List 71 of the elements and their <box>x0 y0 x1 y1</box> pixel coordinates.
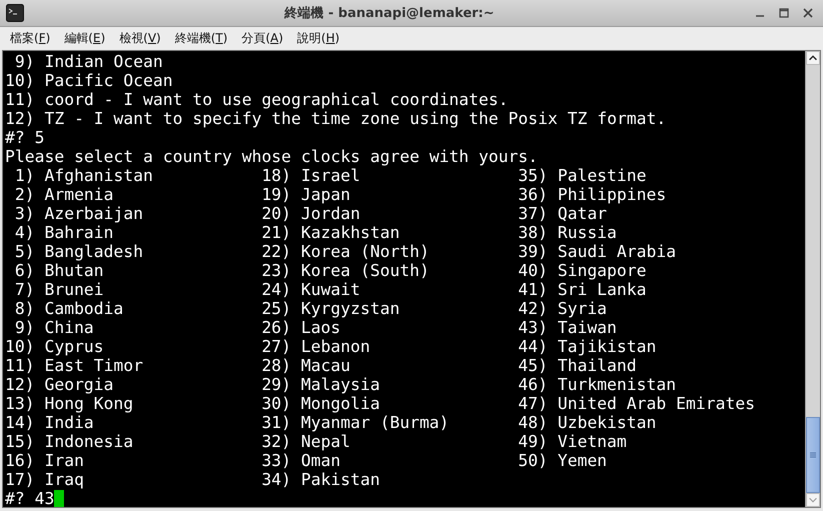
country-option: 19) Japan <box>262 185 350 204</box>
country-option: 14) India <box>5 413 94 432</box>
country-option: 50) Yemen <box>518 451 607 470</box>
menu-item[interactable]: 分頁(A) <box>242 30 284 47</box>
country-option: 5) Bangladesh <box>5 242 144 261</box>
scroll-down-icon[interactable] <box>806 493 820 507</box>
menu-item[interactable]: 終端機(T) <box>174 30 228 47</box>
country-option: 11) East Timor <box>5 356 144 375</box>
country-option: 47) United Arab Emirates <box>518 394 755 413</box>
country-option: 41) Sri Lanka <box>518 280 646 299</box>
close-icon[interactable] <box>803 8 813 18</box>
terminal-line: #? 5 <box>5 128 44 147</box>
country-option: 15) Indonesia <box>5 432 134 451</box>
country-option: 48) Uzbekistan <box>518 413 656 432</box>
menu-item[interactable]: 編輯(E) <box>64 30 106 47</box>
terminal-line: 10) Pacific Ocean <box>5 71 173 90</box>
country-option: 31) Myanmar (Burma) <box>262 413 450 432</box>
country-option: 16) Iran <box>5 451 84 470</box>
country-option: 17) Iraq <box>5 470 84 489</box>
country-option: 21) Kazakhstan <box>262 223 400 242</box>
country-option: 27) Lebanon <box>262 337 370 356</box>
country-option: 25) Kyrgyzstan <box>262 299 400 318</box>
country-option: 49) Vietnam <box>518 432 627 451</box>
country-option: 20) Jordan <box>262 204 360 223</box>
country-option: 24) Kuwait <box>262 280 360 299</box>
country-option: 29) Malaysia <box>262 375 380 394</box>
country-option: 1) Afghanistan <box>5 166 154 185</box>
country-option: 46) Turkmenistan <box>518 375 676 394</box>
menu-item[interactable]: 檢視(V) <box>119 30 161 47</box>
terminal-prompt: #? 43 <box>5 489 54 507</box>
country-option: 23) Korea (South) <box>262 261 430 280</box>
window-title: 終端機 - bananapi@lemaker:~ <box>283 5 496 22</box>
country-option: 38) Russia <box>518 223 617 242</box>
country-option: 45) Thailand <box>518 356 637 375</box>
terminal-icon <box>6 4 24 22</box>
country-option: 2) Armenia <box>5 185 114 204</box>
country-option: 18) Israel <box>262 166 360 185</box>
country-option: 32) Nepal <box>262 432 350 451</box>
country-option: 26) Laos <box>262 318 340 337</box>
country-option: 8) Cambodia <box>5 299 124 318</box>
country-option: 12) Georgia <box>5 375 114 394</box>
maximize-icon[interactable] <box>779 8 789 18</box>
country-option: 10) Cyprus <box>5 337 104 356</box>
country-option: 33) Oman <box>262 451 340 470</box>
country-option: 42) Syria <box>518 299 607 318</box>
country-option: 7) Brunei <box>5 280 104 299</box>
country-option: 35) Palestine <box>518 166 646 185</box>
country-option: 39) Saudi Arabia <box>518 242 676 261</box>
country-option: 6) Bhutan <box>5 261 104 280</box>
scroll-up-icon[interactable] <box>806 51 820 65</box>
terminal-line: 9) Indian Ocean <box>14 52 163 71</box>
menu-item[interactable]: 檔案(F) <box>10 30 50 47</box>
country-option: 4) Bahrain <box>5 223 114 242</box>
country-option: 30) Mongolia <box>262 394 380 413</box>
terminal-line: 12) TZ - I want to specify the time zone using the Posix TZ format. <box>5 109 666 128</box>
country-option: 40) Singapore <box>518 261 646 280</box>
country-option: 34) Pakistan <box>262 470 380 489</box>
terminal-line: Please select a country whose clocks agree with yours. <box>5 147 538 166</box>
country-option: 28) Macau <box>262 356 350 375</box>
scrollbar-thumb[interactable] <box>806 417 820 493</box>
country-option: 44) Tajikistan <box>518 337 656 356</box>
menu-item[interactable]: 說明(H) <box>297 30 340 47</box>
terminal-line: 11) coord - I want to use geographical coordinates. <box>5 90 508 109</box>
country-option: 13) Hong Kong <box>5 394 134 413</box>
country-option: 9) China <box>5 318 94 337</box>
country-option: 3) Azerbaijan <box>5 204 144 223</box>
country-option: 36) Philippines <box>518 185 666 204</box>
country-option: 37) Qatar <box>518 204 607 223</box>
country-option: 22) Korea (North) <box>262 242 430 261</box>
text-cursor <box>54 490 64 507</box>
country-option: 43) Taiwan <box>518 318 617 337</box>
